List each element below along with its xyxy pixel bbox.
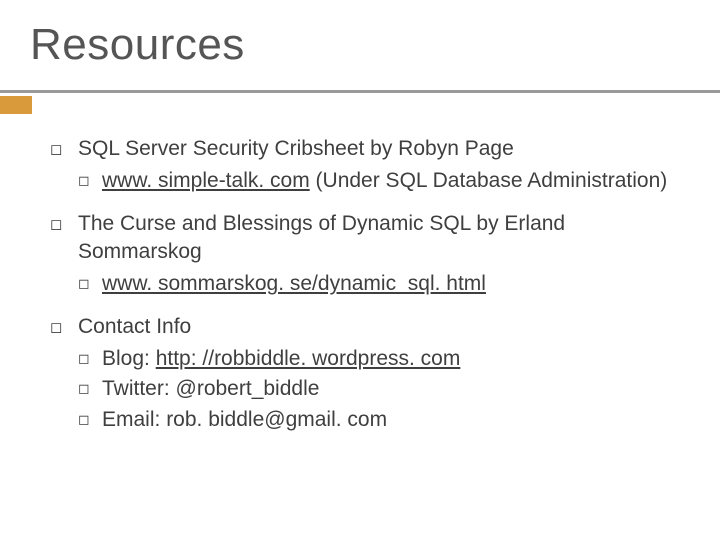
sub-list-item: ◻ www. sommarskog. se/dynamic_sql. html <box>78 270 690 298</box>
sub-list-item: ◻ www. simple-talk. com (Under SQL Datab… <box>78 167 690 195</box>
sub-list-item: ◻ Email: rob. biddle@gmail. com <box>78 406 690 434</box>
bullet-icon: ◻ <box>78 270 102 298</box>
bullet-icon: ◻ <box>50 210 78 267</box>
content-area: ◻ SQL Server Security Cribsheet by Robyn… <box>50 135 690 448</box>
slide: Resources ◻ SQL Server Security Cribshee… <box>0 0 720 540</box>
separator-line <box>0 90 720 93</box>
bullet-icon: ◻ <box>78 167 102 195</box>
sub-item-prefix: Email: <box>102 408 166 431</box>
bullet-icon: ◻ <box>50 313 78 341</box>
list-item-text: SQL Server Security Cribsheet by Robyn P… <box>78 135 690 163</box>
bullet-icon: ◻ <box>78 406 102 434</box>
bullet-icon: ◻ <box>78 375 102 403</box>
bullet-icon: ◻ <box>50 135 78 163</box>
list-item: ◻ The Curse and Blessings of Dynamic SQL… <box>50 210 690 299</box>
email-address: rob. biddle@gmail. com <box>166 408 387 431</box>
link-blog[interactable]: http: //robbiddle. wordpress. com <box>156 347 461 370</box>
sub-list-item: ◻ Twitter: @robert_biddle <box>78 375 690 403</box>
bullet-icon: ◻ <box>78 345 102 373</box>
accent-block <box>0 96 32 114</box>
sub-item-prefix: Blog: <box>102 347 156 370</box>
sub-list-item: ◻ Blog: http: //robbiddle. wordpress. co… <box>78 345 690 373</box>
sub-item-text: (Under SQL Database Administration) <box>310 169 668 192</box>
link-sommarskog[interactable]: www. sommarskog. se/dynamic_sql. html <box>102 272 486 295</box>
list-item: ◻ Contact Info ◻ Blog: http: //robbiddle… <box>50 313 690 434</box>
twitter-handle: @robert_biddle <box>176 377 320 400</box>
sub-item-prefix: Twitter: <box>102 377 176 400</box>
link-simple-talk[interactable]: www. simple-talk. com <box>102 169 310 192</box>
list-item-text: The Curse and Blessings of Dynamic SQL b… <box>78 210 690 267</box>
page-title: Resources <box>30 20 245 70</box>
list-item: ◻ SQL Server Security Cribsheet by Robyn… <box>50 135 690 196</box>
list-item-text: Contact Info <box>78 313 690 341</box>
